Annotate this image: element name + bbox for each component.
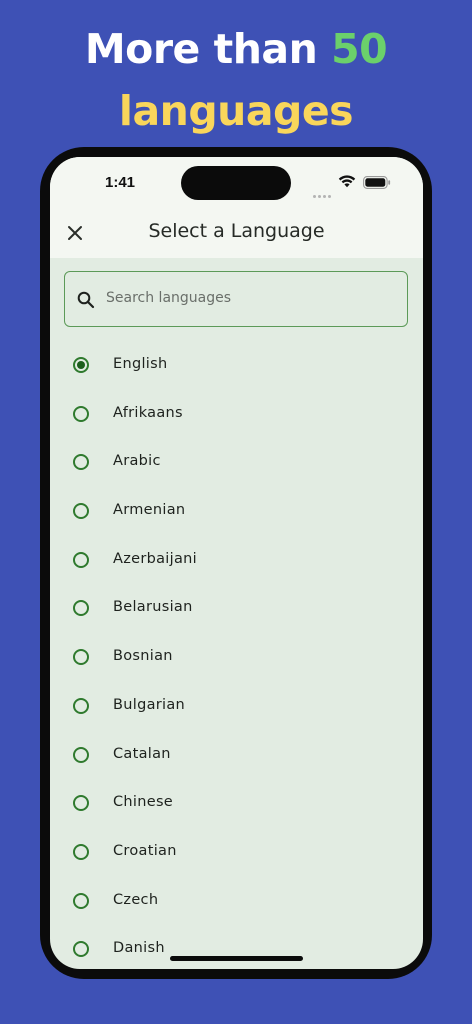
status-bar: 1:41 <box>50 157 423 207</box>
page-title: Select a Language <box>148 220 325 242</box>
language-list: English Afrikaans Arabic Armenian Azerba… <box>50 340 423 969</box>
search-icon <box>77 291 95 309</box>
radio-icon[interactable] <box>73 551 89 568</box>
language-label: Croatian <box>113 842 177 859</box>
radio-icon[interactable] <box>73 746 89 763</box>
language-item-afrikaans[interactable]: Afrikaans <box>50 389 423 438</box>
language-item-armenian[interactable]: Armenian <box>50 486 423 535</box>
language-item-belarusian[interactable]: Belarusian <box>50 583 423 632</box>
promo-headline: More than 50 languages <box>0 18 472 142</box>
language-item-catalan[interactable]: Catalan <box>50 730 423 779</box>
radio-icon[interactable] <box>73 503 89 520</box>
wifi-icon <box>338 175 356 188</box>
language-item-croatian[interactable]: Croatian <box>50 827 423 876</box>
language-label: Czech <box>113 891 159 908</box>
language-item-azerbaijani[interactable]: Azerbaijani <box>50 535 423 584</box>
language-item-arabic[interactable]: Arabic <box>50 437 423 486</box>
radio-icon[interactable] <box>73 600 89 617</box>
headline-prefix: More than <box>84 25 332 73</box>
search-placeholder: Search languages <box>106 290 232 306</box>
language-item-chinese[interactable]: Chinese <box>50 778 423 827</box>
radio-icon[interactable] <box>73 405 89 422</box>
language-label: English <box>113 356 168 372</box>
status-time: 1:41 <box>105 174 136 191</box>
radio-icon[interactable] <box>73 454 89 471</box>
language-label: Danish <box>113 940 165 957</box>
radio-icon[interactable] <box>73 795 89 812</box>
language-label: Afrikaans <box>113 404 183 421</box>
language-item-bulgarian[interactable]: Bulgarian <box>50 681 423 730</box>
headline-number: 50 <box>331 25 388 73</box>
language-label: Chinese <box>113 794 174 811</box>
radio-icon[interactable] <box>73 697 89 714</box>
signal-icon <box>313 183 333 202</box>
language-item-czech[interactable]: Czech <box>50 876 423 925</box>
language-label: Azerbaijani <box>113 550 197 567</box>
language-label: Bosnian <box>113 648 173 665</box>
language-item-english[interactable]: English <box>50 340 423 389</box>
language-label: Armenian <box>113 502 186 519</box>
language-item-danish[interactable]: Danish <box>50 924 423 969</box>
dynamic-island <box>181 166 291 200</box>
language-label: Arabic <box>113 453 161 470</box>
radio-icon[interactable] <box>73 843 89 860</box>
language-label: Catalan <box>113 745 171 762</box>
radio-selected-icon[interactable] <box>73 357 89 373</box>
language-label: Bulgarian <box>113 696 186 713</box>
radio-icon[interactable] <box>73 941 89 958</box>
phone-screen: 1:41 Select a Language Search languages <box>50 157 423 969</box>
radio-icon[interactable] <box>73 892 89 909</box>
headline-line2: languages <box>118 87 354 135</box>
app-bar: Select a Language <box>50 207 423 258</box>
home-indicator <box>170 956 303 961</box>
radio-icon[interactable] <box>73 649 89 666</box>
language-label: Belarusian <box>113 599 193 616</box>
search-input[interactable]: Search languages <box>64 271 408 327</box>
battery-icon <box>363 176 391 189</box>
language-item-bosnian[interactable]: Bosnian <box>50 632 423 681</box>
